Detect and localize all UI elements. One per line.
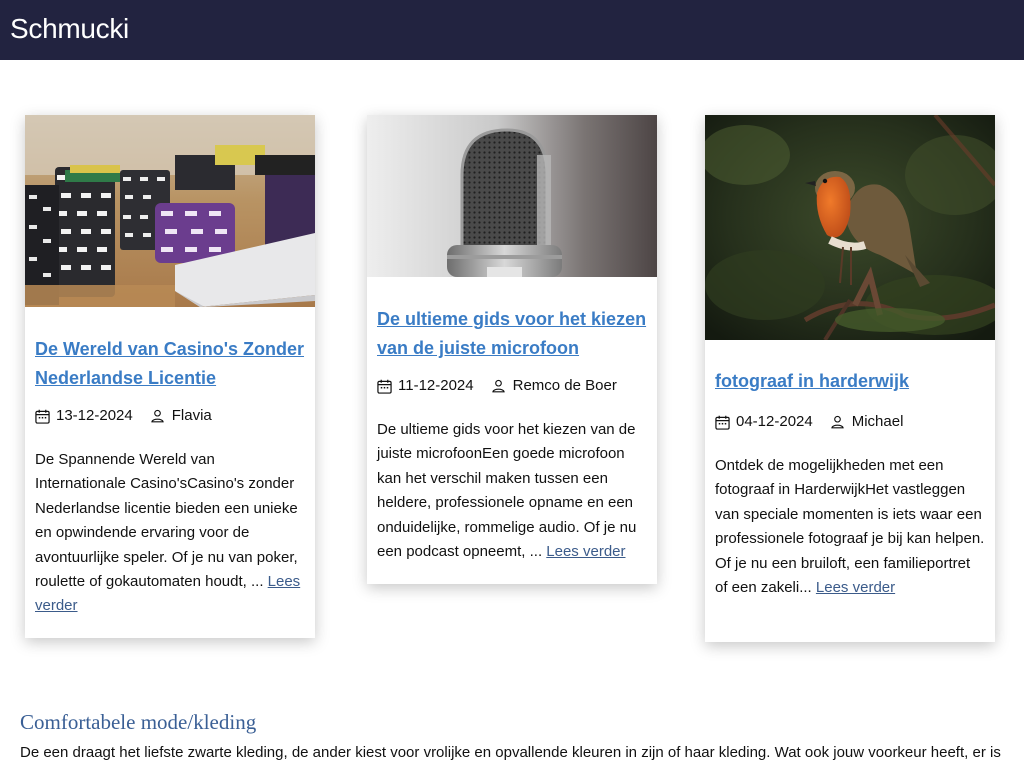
post-excerpt-text: Ontdek de mogelijkheden met een fotograa… [715,457,985,597]
calendar-icon [35,409,50,424]
post-date: 11-12-2024 [398,377,474,394]
calendar-icon [377,379,392,394]
post-title[interactable]: De Wereld van Casino's Zonder Nederlands… [35,335,305,393]
post-date: 13-12-2024 [56,407,133,424]
post-card-fotograaf: fotograaf in harderwijk 04-12-2024 Micha… [705,115,995,642]
site-header: Schmucki [0,0,1024,60]
post-card-microphone: De ultieme gids voor het kiezen van de j… [367,115,657,584]
user-icon [831,415,844,429]
section-text: De een draagt het liefste zwarte kleding… [20,744,1001,761]
post-author: Michael [851,413,904,430]
post-author: Flavia [171,407,212,424]
read-more-link[interactable]: Lees verder [816,579,895,596]
post-excerpt: De Spannende Wereld van Internationale C… [35,448,305,619]
post-meta: 13-12-2024 Flavia [35,406,305,426]
post-date: 04-12-2024 [736,413,813,430]
post-excerpt-text: De Spannende Wereld van Internationale C… [35,451,298,591]
post-excerpt: De ultieme gids voor het kiezen van de j… [377,418,647,564]
microphone-image[interactable] [367,115,657,277]
post-author: Remco de Boer [512,377,617,394]
read-more-link[interactable]: Lees verder [546,543,625,560]
post-meta: 04-12-2024 Michael [715,412,985,432]
calendar-icon [715,415,730,430]
post-meta: 11-12-2024 Remco de Boer [377,376,647,396]
post-title[interactable]: fotograaf in harderwijk [715,367,985,396]
casino-chips-image[interactable] [25,115,315,307]
section-title: Comfortabele mode/kleding [20,710,257,734]
post-card-casino: De Wereld van Casino's Zonder Nederlands… [25,115,315,638]
user-icon [491,379,505,393]
post-excerpt: Ontdek de mogelijkheden met een fotograa… [715,454,985,600]
post-excerpt-text: De ultieme gids voor het kiezen van de j… [377,421,637,561]
site-title[interactable]: Schmucki [10,12,129,46]
user-icon [151,409,164,423]
robin-bird-image[interactable] [705,115,995,340]
post-title[interactable]: De ultieme gids voor het kiezen van de j… [377,305,647,363]
